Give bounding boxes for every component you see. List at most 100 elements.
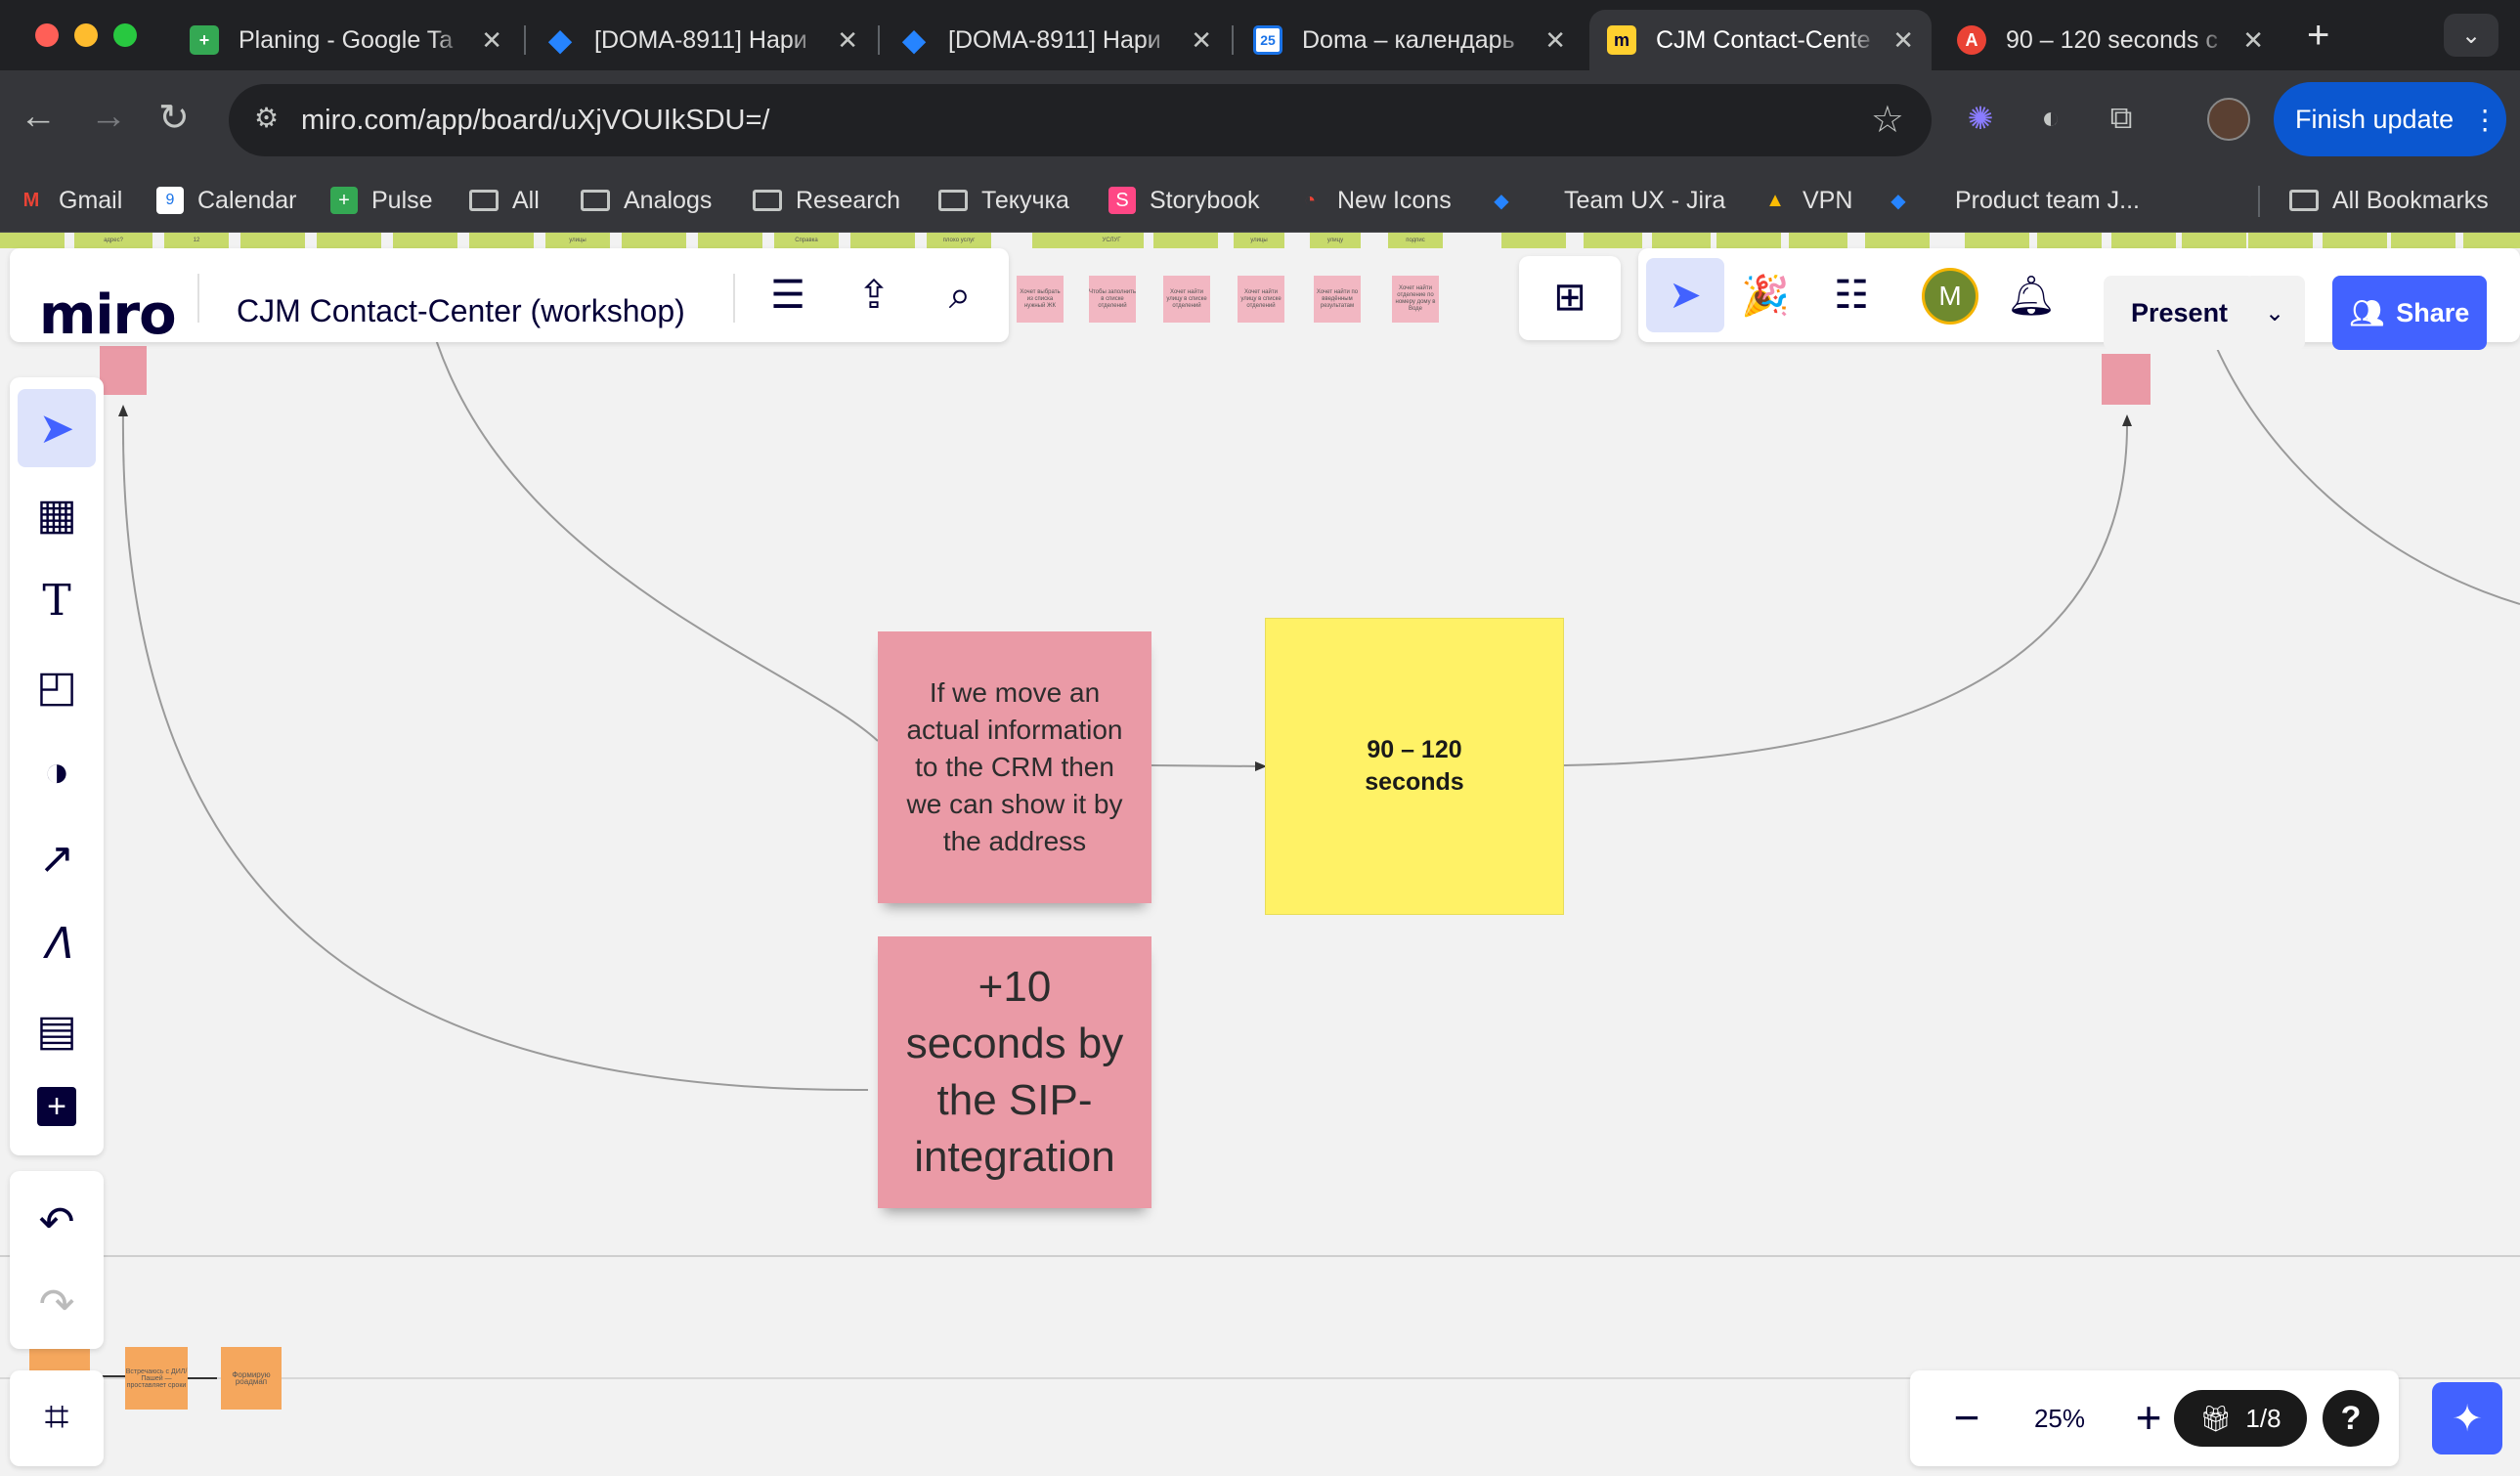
bookmark-folder-all[interactable]: All (469, 174, 540, 227)
mini-sticky[interactable] (393, 233, 457, 248)
profile-avatar[interactable] (2207, 98, 2250, 141)
browser-tab[interactable]: 25 Doma – календарь ✕ (1236, 10, 1584, 70)
board-title[interactable]: CJM Contact-Center (workshop) (237, 293, 685, 329)
bookmark-team-ux-jira[interactable]: ◆ Team UX - Jira (1488, 174, 1725, 227)
hamburger-menu-icon[interactable]: ☰ (766, 274, 809, 317)
mini-sticky[interactable] (622, 233, 686, 248)
bookmark-folder-analogs[interactable]: Analogs (581, 174, 712, 227)
browser-tab[interactable]: ◆ [DOMA-8911] Нари ✕ (882, 10, 1230, 70)
close-tab-icon[interactable]: ✕ (837, 25, 858, 56)
sticky-note-crm-address[interactable]: If we move an actual information to the … (878, 631, 1151, 903)
close-tab-icon[interactable]: ✕ (1544, 25, 1566, 56)
templates-icon[interactable]: ▦ (18, 475, 96, 553)
mini-sticky[interactable]: Справка (774, 233, 839, 248)
mini-sticky[interactable]: Встречаюсь с ДИЛ/Пашей — проставляет сро… (125, 1347, 188, 1410)
present-dropdown-chevron-icon[interactable]: ⌄ (2244, 276, 2305, 350)
help-button[interactable]: ? (2323, 1390, 2379, 1447)
notifications-bell-icon[interactable]: 🔔︎ (2007, 274, 2057, 318)
bookmark-new-icons[interactable]: ◔ New Icons (1296, 174, 1452, 227)
mini-sticky[interactable] (469, 233, 534, 248)
undo-icon[interactable]: ↶ (18, 1183, 96, 1261)
bookmark-product-team-jira[interactable]: ◆ Product team J... (1885, 174, 2140, 227)
more-tools-plus-icon[interactable]: + (18, 1067, 96, 1146)
miro-canvas[interactable]: адрес? 12 улицы Справка плохо услуг УСЛУ… (0, 233, 2520, 1476)
reload-button[interactable]: ↻ (158, 96, 190, 140)
close-window-button[interactable] (35, 23, 59, 47)
mini-sticky[interactable] (2323, 233, 2387, 248)
url-text[interactable]: miro.com/app/board/uXjVOUIkSDU=/ (301, 105, 770, 137)
zoom-level[interactable]: 25% (2016, 1404, 2104, 1434)
mini-sticky[interactable] (1716, 233, 1781, 248)
minimize-window-button[interactable] (74, 23, 98, 47)
all-bookmarks[interactable]: All Bookmarks (2289, 174, 2489, 227)
mini-sticky[interactable]: адрес? (74, 233, 152, 248)
extension-snowflake-icon[interactable]: ✺ (1961, 100, 2000, 139)
frames-icon[interactable]: ⌗ (18, 1378, 96, 1456)
mini-sticky[interactable] (1153, 233, 1218, 248)
mini-sticky[interactable] (1584, 233, 1642, 248)
celebrate-icon[interactable]: 🎉 (1741, 274, 1790, 318)
mini-sticky[interactable]: 12 (164, 233, 229, 248)
mini-sticky[interactable] (1789, 233, 1847, 248)
bookmark-folder-tekuchka[interactable]: Текучка (938, 174, 1069, 227)
pen-tool-icon[interactable]: 𝛬 (18, 905, 96, 983)
mini-sticky[interactable] (1865, 233, 1930, 248)
zoom-out-button[interactable]: − (1937, 1388, 1996, 1447)
bookmark-folder-research[interactable]: Research (753, 174, 900, 227)
close-tab-icon[interactable]: ✕ (481, 25, 502, 56)
mini-sticky[interactable] (2248, 233, 2313, 248)
mini-sticky[interactable] (240, 233, 305, 248)
mini-sticky[interactable] (317, 233, 381, 248)
share-button[interactable]: 👥︎ Share (2332, 276, 2487, 350)
browser-tab[interactable]: + Planing - Google Ta ✕ (172, 10, 520, 70)
pointer-mode-icon[interactable]: ➤ (1646, 258, 1724, 332)
mini-sticky[interactable]: улицу (1310, 233, 1361, 248)
mini-sticky[interactable] (2463, 233, 2520, 248)
redo-icon[interactable]: ↷ (18, 1265, 96, 1343)
mini-sticky[interactable]: Хочет найти улицу в списке отделений (1163, 276, 1210, 323)
sticky-note-tool-icon[interactable]: ◰ (18, 647, 96, 725)
mini-sticky[interactable]: УСЛУГ (1079, 233, 1144, 248)
mini-sticky[interactable] (2102, 354, 2151, 405)
close-tab-icon[interactable]: ✕ (1191, 25, 1212, 56)
mini-sticky[interactable] (698, 233, 762, 248)
mini-sticky[interactable]: Хочет найти улицу в списке отделений (1238, 276, 1284, 323)
mini-sticky[interactable]: Хочет найти по введённым результатам (1314, 276, 1361, 323)
comments-icon[interactable]: ☷ (1830, 274, 1873, 317)
whats-new-pager[interactable]: 🎁︎ 1/8 (2174, 1390, 2307, 1447)
forward-button[interactable]: → (90, 96, 127, 138)
mini-sticky[interactable]: Хочет выбрать из списка нужный ЖК (1017, 276, 1064, 323)
tab-search-button[interactable]: ⌄ (2444, 14, 2498, 57)
zoom-in-button[interactable]: + (2119, 1388, 2178, 1447)
mini-sticky[interactable]: улицы (1234, 233, 1284, 248)
connection-line-tool-icon[interactable]: ↗ (18, 819, 96, 897)
mini-sticky[interactable] (2037, 233, 2102, 248)
shapes-tool-icon[interactable]: ◑ (18, 733, 96, 811)
mini-sticky[interactable]: улицы (545, 233, 610, 248)
export-upload-icon[interactable]: ⇪ (852, 274, 895, 317)
mini-sticky[interactable]: Хочет найти отделение по номеру дому в В… (1392, 276, 1439, 323)
search-icon[interactable]: ⌕ (938, 274, 981, 317)
bookmark-calendar[interactable]: 9 Calendar (156, 174, 296, 227)
mini-sticky[interactable] (0, 233, 65, 248)
zoom-window-button[interactable] (113, 23, 137, 47)
bookmark-vpn[interactable]: ▲ VPN (1761, 174, 1852, 227)
mini-sticky[interactable] (100, 346, 147, 395)
mini-sticky[interactable]: Чтобы заполнить в списке отделений (1089, 276, 1136, 323)
ai-sparkle-icon[interactable]: ✦ (2432, 1382, 2502, 1454)
sticky-note-sip-integration[interactable]: +10 seconds by the SIP-integration (878, 936, 1151, 1208)
bookmark-storybook[interactable]: S Storybook (1108, 174, 1260, 227)
browser-tab[interactable]: ◆ [DOMA-8911] Нари ✕ (528, 10, 876, 70)
mini-sticky[interactable] (1032, 233, 1079, 248)
close-tab-icon[interactable]: ✕ (1892, 25, 1914, 56)
more-menu-icon[interactable]: ⋮ (2471, 104, 2498, 136)
bookmark-pulse[interactable]: + Pulse (330, 174, 433, 227)
extension-vpn-icon[interactable]: ◐ (2031, 100, 2070, 139)
comment-tool-icon[interactable]: ▤ (18, 991, 96, 1069)
mini-sticky[interactable] (1501, 233, 1566, 248)
new-tab-button[interactable]: + (2307, 14, 2329, 58)
text-tool-icon[interactable]: T (18, 561, 96, 639)
mini-sticky[interactable] (850, 233, 915, 248)
mini-sticky[interactable] (2182, 233, 2246, 248)
mini-sticky[interactable] (1652, 233, 1711, 248)
